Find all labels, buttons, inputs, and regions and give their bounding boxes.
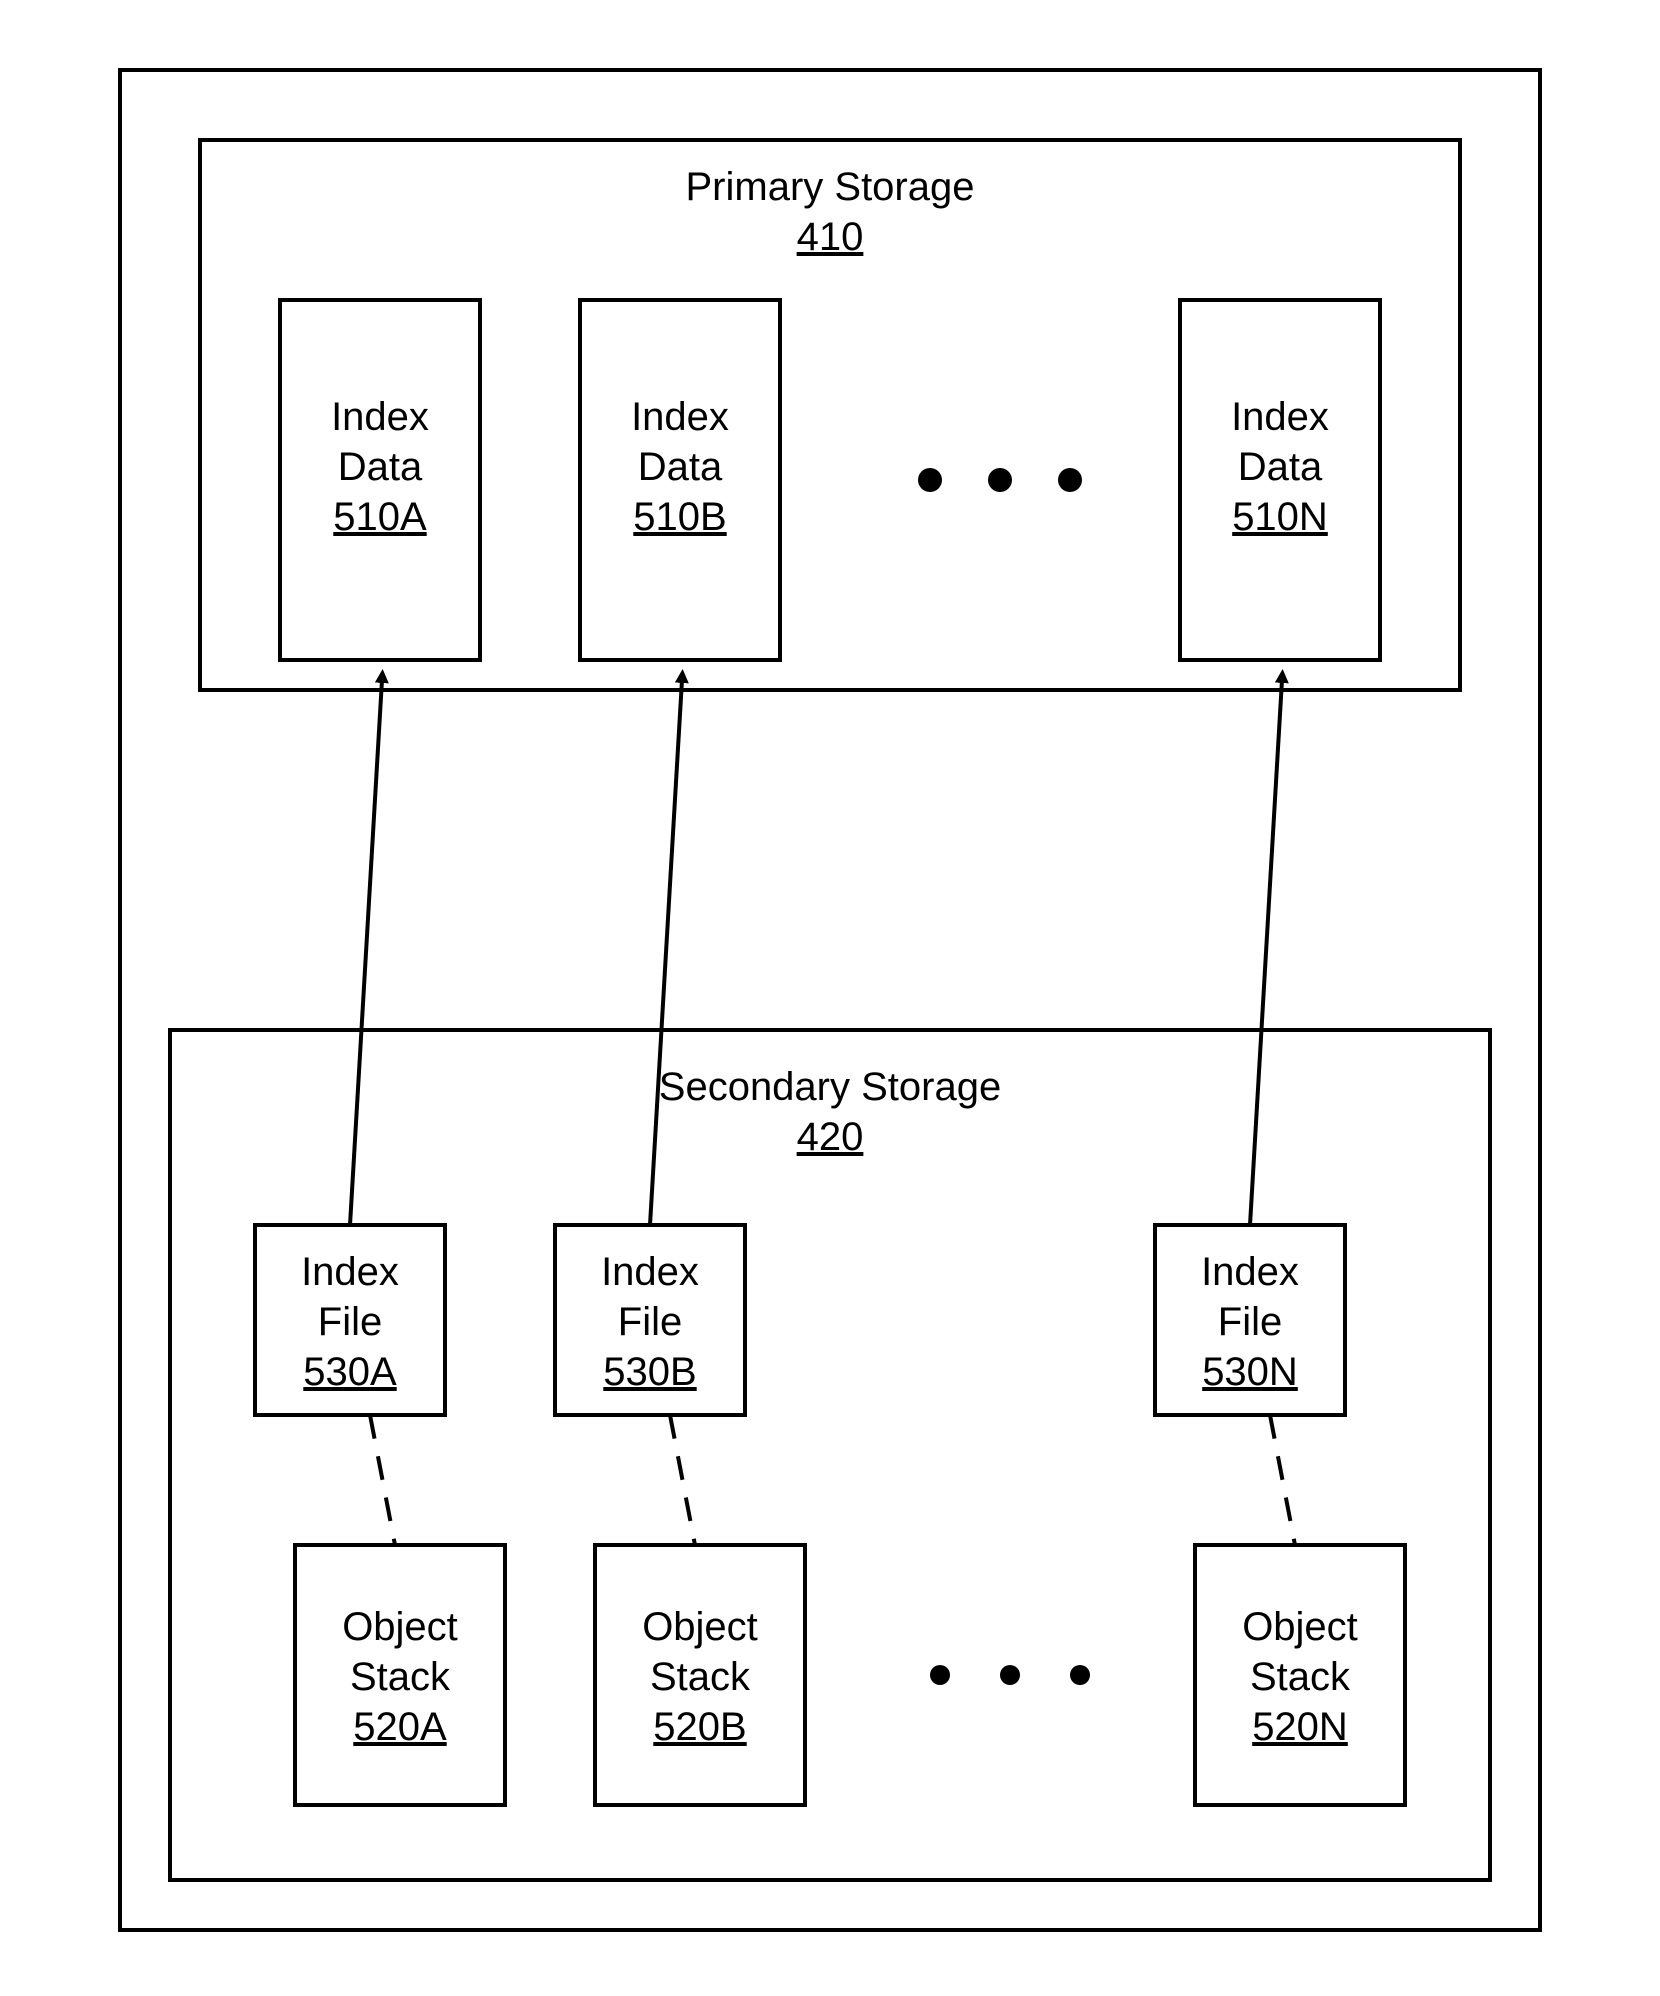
index-file-n-ref: 530N — [1202, 1350, 1298, 1394]
secondary-storage-title: Secondary Storage — [659, 1065, 1001, 1109]
ellipsis-dot-icon — [988, 468, 1012, 492]
secondary-storage-ref: 420 — [797, 1115, 864, 1159]
index-data-b-label1: Index — [631, 395, 729, 439]
index-data-a-label2: Data — [338, 445, 423, 489]
object-stack-b: Object Stack 520B — [595, 1545, 805, 1805]
object-stack-n-ref: 520N — [1252, 1705, 1348, 1749]
index-file-b-label1: Index — [601, 1250, 699, 1294]
ellipsis-dot-icon — [918, 468, 942, 492]
ellipsis-dot-icon — [1000, 1665, 1020, 1685]
index-data-a-label1: Index — [331, 395, 429, 439]
index-file-a-label2: File — [318, 1300, 382, 1344]
object-stack-b-label2: Stack — [650, 1655, 751, 1699]
index-file-n-label2: File — [1218, 1300, 1282, 1344]
ellipsis-dot-icon — [1058, 468, 1082, 492]
object-stack-b-label1: Object — [642, 1605, 758, 1649]
primary-storage-ref: 410 — [797, 215, 864, 259]
object-stack-a-ref: 520A — [353, 1705, 447, 1749]
object-stack-a: Object Stack 520A — [295, 1545, 505, 1805]
diagram-canvas: Primary Storage 410 Index Data 510A Inde… — [0, 0, 1660, 1996]
object-stack-b-ref: 520B — [653, 1705, 746, 1749]
index-file-n-label1: Index — [1201, 1250, 1299, 1294]
object-stack-n: Object Stack 520N — [1195, 1545, 1405, 1805]
ellipsis-dot-icon — [1070, 1665, 1090, 1685]
index-data-b-ref: 510B — [633, 495, 726, 539]
index-data-n: Index Data 510N — [1180, 300, 1380, 660]
ellipsis-dot-icon — [930, 1665, 950, 1685]
index-data-b: Index Data 510B — [580, 300, 780, 660]
index-data-a-ref: 510A — [333, 495, 427, 539]
primary-storage-title: Primary Storage — [686, 165, 975, 209]
index-file-a: Index File 530A — [255, 1225, 445, 1415]
index-data-n-label2: Data — [1238, 445, 1323, 489]
index-file-n: Index File 530N — [1155, 1225, 1345, 1415]
index-data-b-label2: Data — [638, 445, 723, 489]
index-file-b-label2: File — [618, 1300, 682, 1344]
index-file-a-ref: 530A — [303, 1350, 397, 1394]
index-file-b: Index File 530B — [555, 1225, 745, 1415]
index-data-n-ref: 510N — [1232, 495, 1328, 539]
index-data-a: Index Data 510A — [280, 300, 480, 660]
object-stack-a-label2: Stack — [350, 1655, 451, 1699]
object-stack-n-label1: Object — [1242, 1605, 1358, 1649]
index-data-n-label1: Index — [1231, 395, 1329, 439]
index-file-a-label1: Index — [301, 1250, 399, 1294]
index-file-b-ref: 530B — [603, 1350, 696, 1394]
object-stack-n-label2: Stack — [1250, 1655, 1351, 1699]
object-stack-a-label1: Object — [342, 1605, 458, 1649]
